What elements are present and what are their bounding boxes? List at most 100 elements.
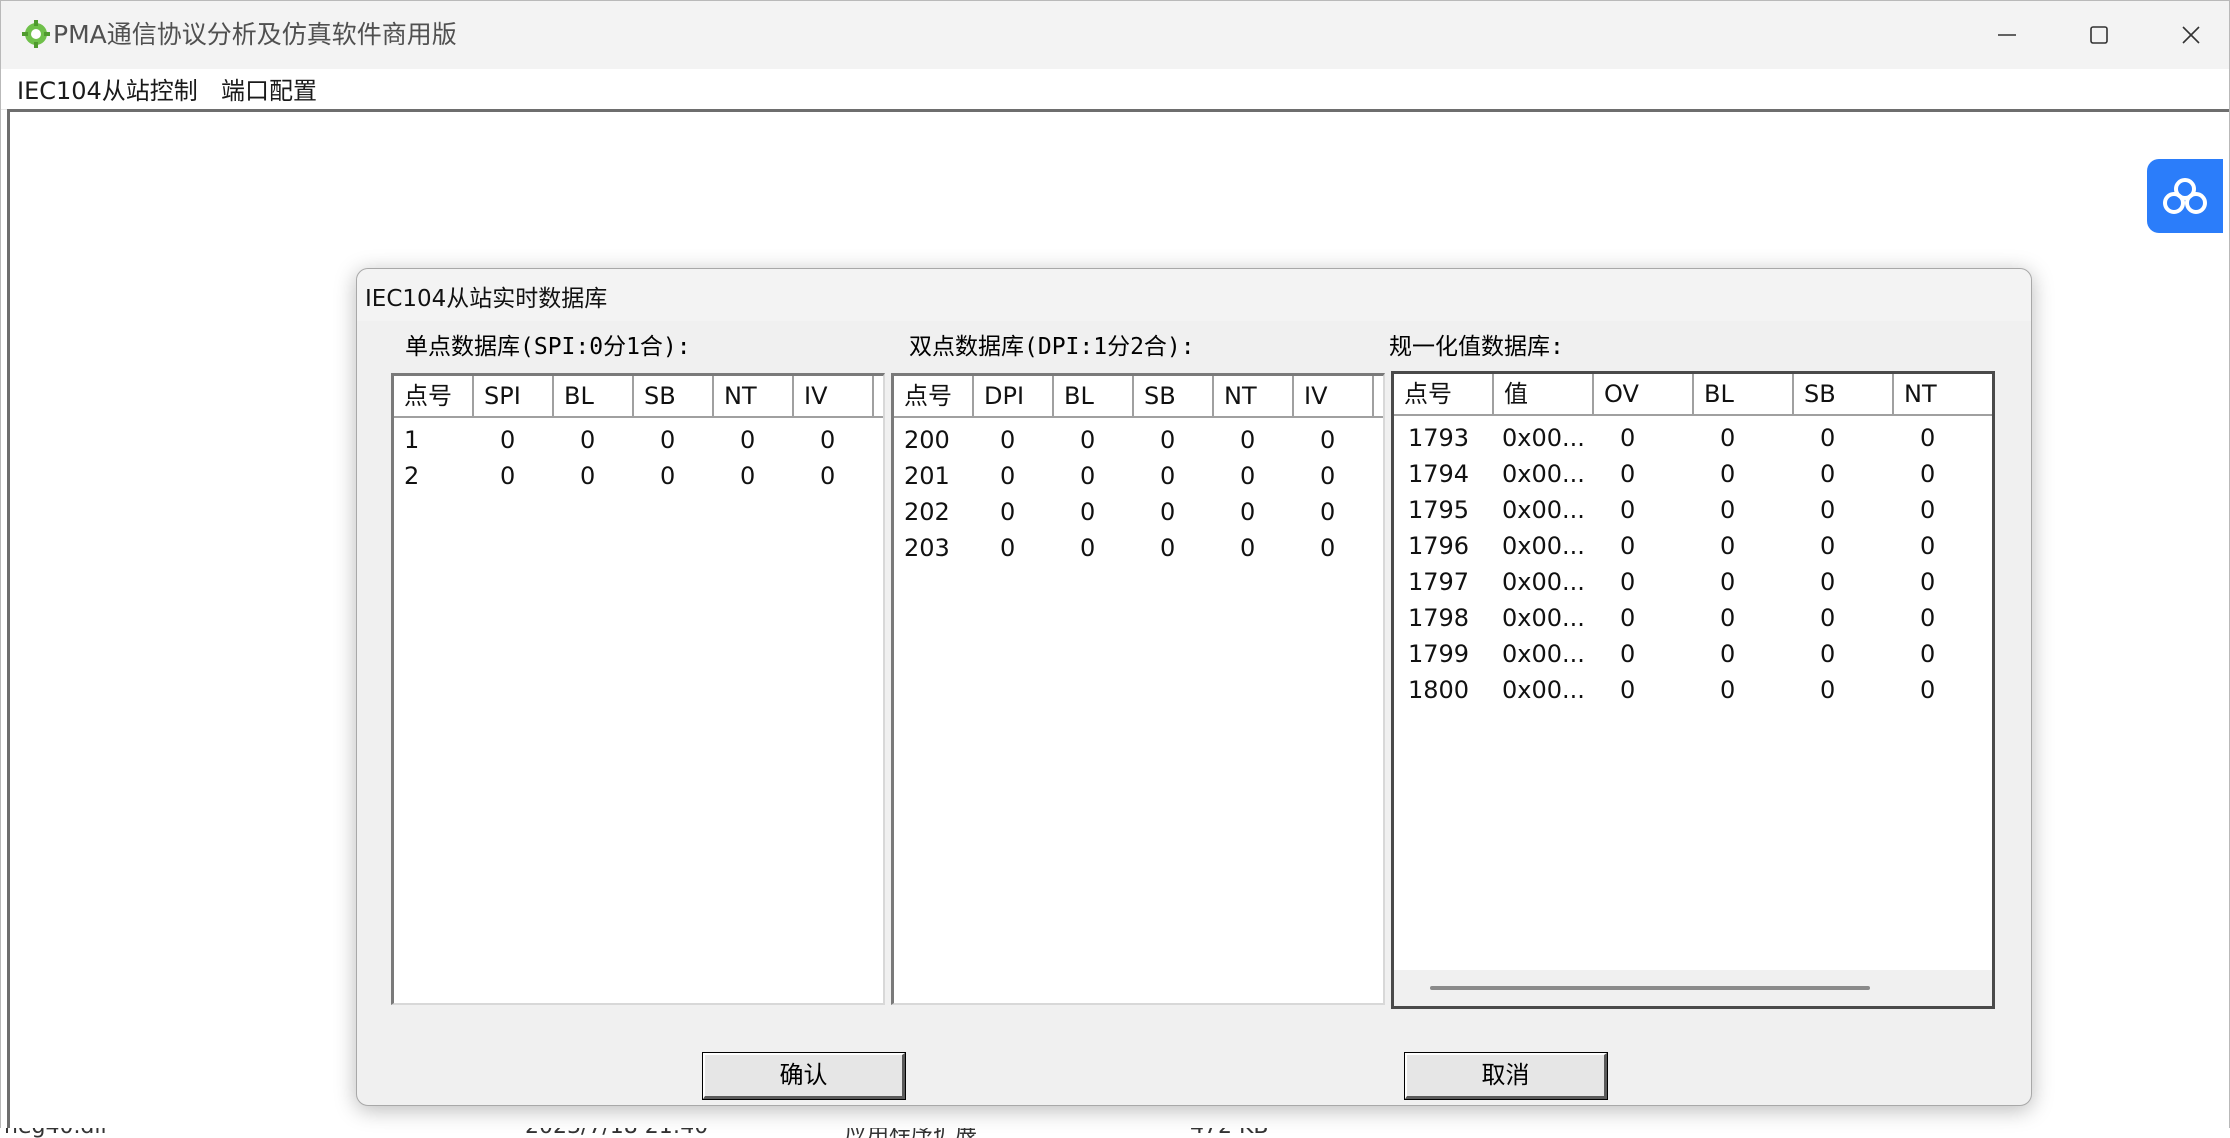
nva-column-header[interactable]: NT — [1894, 374, 1992, 414]
table-cell: 1793 — [1408, 424, 1470, 452]
table-row[interactable]: 202 0 0 0 0 0 — [894, 494, 1383, 530]
table-cell: 0 — [1160, 426, 1176, 454]
table-cell: 0 — [1160, 498, 1176, 526]
dpi-section-label: 双点数据库(DPI:1分2合): — [909, 334, 1195, 360]
dpi-listview[interactable]: 点号 DPI BL SB NT IV 200 0 0 0 0 0 201 0 0 0 0 0 202 0 0 0 0 0 203… — [891, 373, 1385, 1005]
table-cell: 0 — [740, 462, 756, 490]
spi-listview[interactable]: 点号 SPI BL SB NT IV 1 0 0 0 0 0 2 0 0 0 0 0 — [391, 373, 885, 1005]
maximize-icon — [2090, 26, 2108, 44]
cancel-button[interactable]: 取消 — [1404, 1052, 1608, 1100]
close-button[interactable] — [2145, 1, 2230, 69]
close-icon — [2182, 26, 2200, 44]
table-cell: 1794 — [1408, 460, 1470, 488]
table-row[interactable]: 1793 0x00... 0 0 0 0 — [1394, 420, 1992, 456]
table-row[interactable]: 1797 0x00... 0 0 0 0 — [1394, 564, 1992, 600]
table-cell: 0 — [1720, 568, 1736, 596]
table-cell: 0 — [820, 426, 836, 454]
table-cell: 0 — [1820, 460, 1836, 488]
nva-column-header[interactable]: SB — [1794, 374, 1894, 414]
spi-section-label: 单点数据库(SPI:0分1合): — [405, 334, 691, 360]
spi-column-header[interactable]: NT — [714, 376, 794, 416]
table-cell: 1 — [404, 426, 420, 454]
spi-column-header[interactable]: SPI — [474, 376, 554, 416]
table-cell: 0 — [1000, 534, 1016, 562]
table-row[interactable]: 201 0 0 0 0 0 — [894, 458, 1383, 494]
table-row[interactable]: 1800 0x00... 0 0 0 0 — [1394, 672, 1992, 708]
table-cell: 0 — [1620, 460, 1636, 488]
dialog-title: IEC104从站实时数据库 — [365, 286, 608, 312]
table-cell: 0 — [1240, 426, 1256, 454]
table-cell: 0 — [1000, 498, 1016, 526]
dialog-header[interactable] — [357, 269, 2031, 321]
table-cell: 0 — [1720, 496, 1736, 524]
table-cell: 0 — [1720, 460, 1736, 488]
table-row[interactable]: 1799 0x00... 0 0 0 0 — [1394, 636, 1992, 672]
table-row[interactable]: 1795 0x00... 0 0 0 0 — [1394, 492, 1992, 528]
table-cell: 0 — [820, 462, 836, 490]
menu-iec104-slave-control[interactable]: IEC104从站控制 — [17, 71, 198, 106]
menu-port-config[interactable]: 端口配置 — [221, 71, 317, 106]
menu-bar: IEC104从站控制 端口配置 — [1, 69, 2229, 110]
side-widget-button[interactable] — [2147, 159, 2223, 233]
table-cell: 0 — [1820, 676, 1836, 704]
dpi-column-header[interactable]: DPI — [974, 376, 1054, 416]
table-cell: 0 — [580, 426, 596, 454]
table-cell: 0 — [1620, 604, 1636, 632]
spi-column-header[interactable]: IV — [794, 376, 874, 416]
nva-column-header[interactable]: 值 — [1494, 374, 1594, 414]
dpi-column-header[interactable]: NT — [1214, 376, 1294, 416]
table-row[interactable]: 2 0 0 0 0 0 — [394, 458, 883, 494]
table-cell: 0x00... — [1502, 640, 1585, 668]
dpi-column-header[interactable]: BL — [1054, 376, 1134, 416]
table-cell: 0 — [1320, 462, 1336, 490]
maximize-button[interactable] — [2053, 1, 2145, 69]
table-cell: 1797 — [1408, 568, 1470, 596]
table-cell: 0 — [1820, 532, 1836, 560]
table-cell: 0 — [1320, 426, 1336, 454]
table-cell: 0 — [1920, 532, 1936, 560]
minimize-button[interactable] — [1961, 1, 2053, 69]
spi-column-header[interactable]: BL — [554, 376, 634, 416]
table-cell: 0 — [1920, 496, 1936, 524]
table-row[interactable]: 203 0 0 0 0 0 — [894, 530, 1383, 566]
dpi-column-header[interactable]: IV — [1294, 376, 1374, 416]
table-cell: 0 — [1720, 640, 1736, 668]
table-cell: 0 — [500, 426, 516, 454]
title-bar[interactable]: PMA通信协议分析及仿真软件商用版 — [1, 1, 2229, 69]
table-row[interactable]: 200 0 0 0 0 0 — [894, 422, 1383, 458]
table-cell: 0 — [1920, 460, 1936, 488]
nva-listview[interactable]: 点号值 OV BL SB NT 1793 0x00... 0 0 0 0 1794 0x00... 0 0… — [1391, 371, 1995, 1009]
table-row[interactable]: 1796 0x00... 0 0 0 0 — [1394, 528, 1992, 564]
spi-column-header[interactable]: SB — [634, 376, 714, 416]
nva-column-header[interactable]: OV — [1594, 374, 1694, 414]
table-row[interactable]: 1794 0x00... 0 0 0 0 — [1394, 456, 1992, 492]
table-cell: 0 — [1160, 462, 1176, 490]
scrollbar-thumb[interactable] — [1430, 986, 1870, 990]
ok-button[interactable]: 确认 — [702, 1052, 906, 1100]
table-cell: 0 — [1920, 676, 1936, 704]
table-cell: 0x00... — [1502, 424, 1585, 452]
table-cell: 0 — [1240, 462, 1256, 490]
table-cell: 0 — [1720, 676, 1736, 704]
spi-column-header[interactable]: 点号 — [394, 376, 474, 416]
table-cell: 0 — [1920, 604, 1936, 632]
bg-file-size: 472 KB — [1190, 1128, 1269, 1138]
table-cell: 0 — [1080, 534, 1096, 562]
table-row[interactable]: 1798 0x00... 0 0 0 0 — [1394, 600, 1992, 636]
table-row[interactable]: 1 0 0 0 0 0 — [394, 422, 883, 458]
bg-file-type: 应用程序扩展 — [845, 1128, 977, 1138]
table-cell: 0 — [1720, 424, 1736, 452]
nva-header: 点号值 OV BL SB NT — [1394, 374, 1992, 416]
table-cell: 0 — [1000, 426, 1016, 454]
horizontal-scrollbar[interactable] — [1394, 970, 1992, 1006]
window-title: PMA通信协议分析及仿真软件商用版 — [53, 20, 457, 49]
table-cell: 0 — [1720, 532, 1736, 560]
table-cell: 0 — [1620, 424, 1636, 452]
dpi-column-header[interactable]: 点号 — [894, 376, 974, 416]
table-cell: 0 — [1080, 462, 1096, 490]
nva-column-header[interactable]: BL — [1694, 374, 1794, 414]
background-file-list-strip: heg40.dll 2023/7/18 21:40 应用程序扩展 472 KB — [0, 1128, 2230, 1138]
dpi-column-header[interactable]: SB — [1134, 376, 1214, 416]
nva-column-header[interactable]: 点号 — [1394, 374, 1494, 414]
realtime-db-dialog: IEC104从站实时数据库 单点数据库(SPI:0分1合): 双点数据库(DPI… — [356, 268, 2032, 1106]
